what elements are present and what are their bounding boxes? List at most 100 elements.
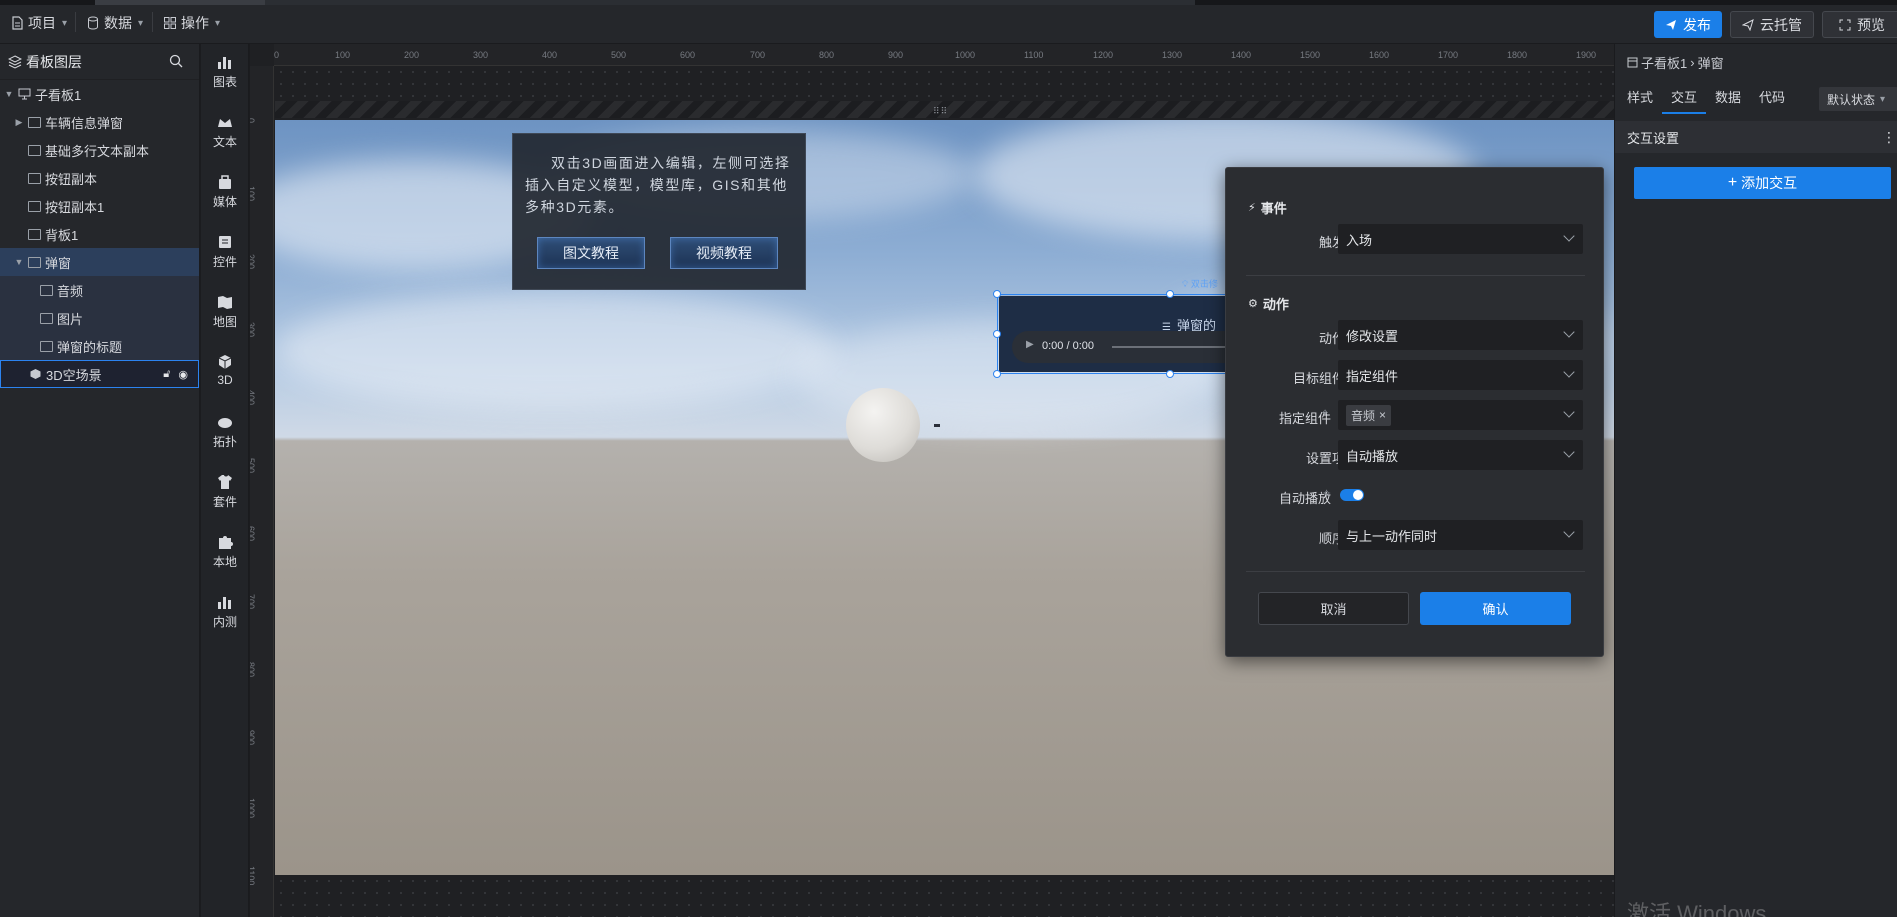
unlock-icon[interactable]: 🔓︎ (163, 368, 170, 381)
ruler-horizontal[interactable]: 0 100 200 300 400 500 600 700 800 900 10… (274, 44, 1614, 66)
select-value: 自动播放 (1346, 448, 1399, 464)
eye-icon[interactable]: ◉ (178, 368, 188, 381)
target-icon[interactable]: ⌖ (1322, 407, 1328, 420)
confirm-button[interactable]: 确认 (1420, 592, 1571, 625)
layer-item-label: 3D空场景 (46, 367, 102, 383)
top-toolbar: 项目 ▾ 数据 ▾ 操作 ▾ 发布 云托管 预览 (0, 0, 1897, 44)
comp-label: 3D (217, 373, 233, 387)
trigger-select[interactable]: 入场 (1338, 224, 1583, 254)
select-value: 默认状态 (1827, 92, 1876, 107)
resize-handle[interactable] (993, 290, 1001, 298)
ruler-tick: 600 (680, 50, 696, 60)
action-row: 动作 修改设置 (1226, 320, 1605, 350)
specify-select[interactable]: 音频 × (1338, 400, 1583, 430)
comp-text[interactable]: 文本 (201, 114, 249, 150)
comp-kit[interactable]: 套件 (201, 474, 249, 510)
properties-panel: 子看板1 › 弹窗 样式 交互 数据 代码 默认状态 ▾ 交互设置 ⋮ + 添加… (1614, 44, 1897, 917)
layer-tree: ▼ 子看板1 ▶ 车辆信息弹窗 基础多行文本副本 按钮副本 按钮副本1 背板1 … (0, 80, 199, 388)
publish-button[interactable]: 发布 (1654, 11, 1722, 38)
more-icon[interactable]: ⋮ (1882, 129, 1896, 146)
divider (75, 12, 76, 32)
section-label: 事件 (1260, 201, 1287, 216)
drag-handle-icon[interactable]: ⠿⠿ (933, 106, 948, 117)
topology-icon (218, 418, 232, 428)
sphere-model[interactable] (846, 388, 920, 462)
menu-operation[interactable]: 操作 ▾ (163, 10, 220, 36)
ruler-tick: 1900 (1576, 50, 1597, 60)
autoplay-toggle[interactable] (1340, 489, 1364, 501)
comp-map[interactable]: 地图 (201, 294, 249, 330)
ruler-tick: 100 (250, 186, 256, 202)
comp-beta[interactable]: 内测 (201, 594, 249, 630)
resize-handle[interactable] (1166, 370, 1174, 378)
layer-item-label: 子看板1 (35, 87, 82, 103)
map-icon (218, 296, 232, 309)
action-select[interactable]: 修改设置 (1338, 320, 1583, 350)
tab-interaction[interactable]: 交互 (1662, 82, 1707, 114)
layer-item-label: 按钮副本 (45, 171, 98, 187)
layer-item-label: 弹窗的标题 (57, 339, 123, 355)
caret-right-icon[interactable]: ▶ (14, 117, 24, 128)
video-tutorial-button[interactable]: 视频教程 (670, 237, 778, 269)
resize-handle[interactable] (993, 330, 1001, 338)
target-select[interactable]: 指定组件 (1338, 360, 1583, 390)
layer-item-text-copy[interactable]: 基础多行文本副本 (0, 136, 199, 164)
layer-item-button-copy[interactable]: 按钮副本 (0, 164, 199, 192)
cancel-button[interactable]: 取消 (1258, 592, 1409, 625)
tab-code[interactable]: 代码 (1750, 82, 1794, 114)
comp-media[interactable]: 媒体 (201, 174, 249, 210)
chevron-down-icon (1563, 446, 1575, 458)
layer-item-button-copy-1[interactable]: 按钮副本1 (0, 192, 199, 220)
breadcrumb-parent[interactable]: 子看板1 (1641, 53, 1687, 72)
layer-item-popup-title[interactable]: 弹窗的标题 (0, 332, 199, 360)
layer-item-label: 图片 (57, 311, 84, 327)
ruler-vertical[interactable]: 0 100 200 300 400 500 600 700 800 900 10… (250, 66, 274, 917)
section-title: 交互设置 (1627, 130, 1680, 146)
close-icon[interactable]: × (1379, 408, 1386, 422)
caret-down-icon[interactable]: ▼ (14, 257, 24, 267)
play-icon[interactable]: ▶ (1026, 339, 1034, 350)
comp-control[interactable]: 控件 (201, 234, 249, 270)
pin-icon[interactable]: ✧ (1322, 487, 1331, 500)
selected-tag: 音频 × (1346, 404, 1392, 426)
search-icon[interactable] (169, 54, 183, 68)
comp-local[interactable]: 本地 (201, 534, 249, 570)
layer-item-3d-scene[interactable]: 3D空场景 🔓︎ ◉ (0, 360, 199, 388)
tab-style[interactable]: 样式 (1618, 82, 1662, 114)
comp-topology[interactable]: 拓扑 (201, 414, 249, 450)
chevron-down-icon (1563, 406, 1575, 418)
cloud-host-button[interactable]: 云托管 (1730, 11, 1814, 38)
add-interaction-button[interactable]: + 添加交互 (1634, 167, 1891, 199)
preview-button[interactable]: 预览 (1822, 11, 1897, 38)
layers-icon (8, 54, 22, 69)
menu-data[interactable]: 数据 ▾ (86, 10, 143, 36)
shirt-icon (218, 475, 232, 489)
layer-item-subboard[interactable]: ▼ 子看板1 (0, 80, 199, 108)
order-select[interactable]: 与上一动作同时 (1338, 520, 1583, 550)
layer-item-backboard[interactable]: 背板1 (0, 220, 199, 248)
backboard-icon (28, 228, 41, 240)
layer-item-image[interactable]: 图片 (0, 304, 199, 332)
layer-item-label: 车辆信息弹窗 (45, 115, 124, 131)
ruler-tick: 700 (750, 50, 766, 60)
state-select[interactable]: 默认状态 ▾ (1819, 87, 1897, 111)
layer-item-popup[interactable]: ▼ 弹窗 (0, 248, 199, 276)
menu-project[interactable]: 项目 ▾ (10, 10, 67, 36)
divider (1246, 275, 1585, 276)
comp-3d[interactable]: 3D (201, 354, 249, 387)
setting-select[interactable]: 自动播放 (1338, 440, 1583, 470)
caret-down-icon[interactable]: ▼ (4, 89, 14, 99)
ruler-tick: 1400 (1231, 50, 1252, 60)
resize-handle[interactable] (1166, 290, 1174, 298)
image-tutorial-button[interactable]: 图文教程 (537, 237, 645, 269)
ruler-tick: 1000 (250, 798, 256, 819)
layer-item-vehicle-popup[interactable]: ▶ 车辆信息弹窗 (0, 108, 199, 136)
layer-item-audio[interactable]: 音频 (0, 276, 199, 304)
text-icon (40, 340, 53, 352)
tab-data[interactable]: 数据 (1706, 82, 1750, 114)
resize-handle[interactable] (993, 370, 1001, 378)
ruler-tick: 700 (250, 594, 256, 610)
tutorial-card: 双击3D画面进入编辑，左侧可选择插入自定义模型，模型库，GIS和其他多种3D元素… (512, 133, 806, 290)
database-icon (88, 16, 98, 30)
comp-chart[interactable]: 图表 (201, 54, 249, 90)
